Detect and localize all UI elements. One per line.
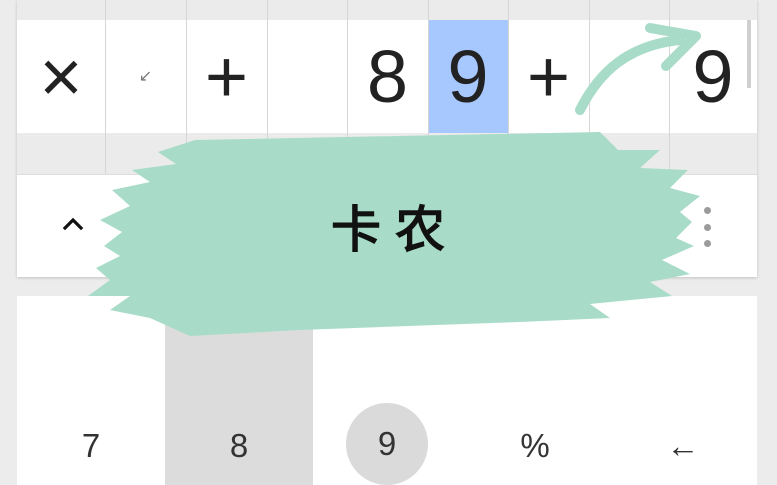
expression-row: × ↙ +8 9 +9 bbox=[17, 20, 757, 133]
cell-divider bbox=[267, 0, 268, 174]
expression-cell[interactable]: + bbox=[186, 20, 267, 133]
expression-cell[interactable]: + bbox=[508, 20, 589, 133]
grid-strip-top bbox=[17, 0, 757, 20]
key-label: % bbox=[520, 427, 550, 464]
cell-divider bbox=[669, 0, 670, 174]
cell-divider bbox=[347, 0, 348, 174]
scrollbar[interactable] bbox=[747, 20, 751, 88]
grid-strip-bottom bbox=[17, 133, 757, 174]
key-8[interactable]: 8 bbox=[165, 296, 313, 485]
expression-cell[interactable] bbox=[267, 20, 347, 133]
key-9[interactable]: 9 bbox=[313, 296, 461, 485]
keypad: 7 8 9% ← bbox=[17, 296, 757, 485]
more-vert-icon[interactable] bbox=[697, 207, 717, 247]
key-label: 7 bbox=[81, 427, 101, 464]
key-highlight-circle: 9 bbox=[346, 403, 428, 485]
watermark-text: 卡农 bbox=[331, 200, 459, 259]
key-7[interactable]: 7 bbox=[17, 296, 165, 485]
expression-cell[interactable]: ↙ bbox=[105, 20, 186, 133]
expression-grid: × ↙ +8 9 +9 bbox=[17, 0, 757, 174]
expression-cell[interactable]: 9 bbox=[669, 20, 757, 133]
cell-divider bbox=[186, 0, 187, 174]
expression-cell[interactable] bbox=[589, 20, 669, 133]
cell-divider bbox=[589, 0, 590, 174]
key-backspace[interactable]: ← bbox=[609, 296, 757, 485]
expression-cell[interactable]: × bbox=[17, 20, 105, 133]
key-label: 9 bbox=[377, 425, 397, 462]
key-label: 8 bbox=[229, 427, 249, 464]
expression-cell[interactable]: 8 bbox=[347, 20, 428, 133]
cell-divider bbox=[508, 0, 509, 174]
expression-cell[interactable]: 9 bbox=[428, 20, 508, 133]
chevron-up-icon[interactable] bbox=[61, 211, 85, 235]
key-label: ← bbox=[666, 427, 700, 464]
key-percent[interactable]: % bbox=[461, 296, 609, 485]
cell-divider bbox=[428, 0, 429, 174]
cell-divider bbox=[105, 0, 106, 174]
